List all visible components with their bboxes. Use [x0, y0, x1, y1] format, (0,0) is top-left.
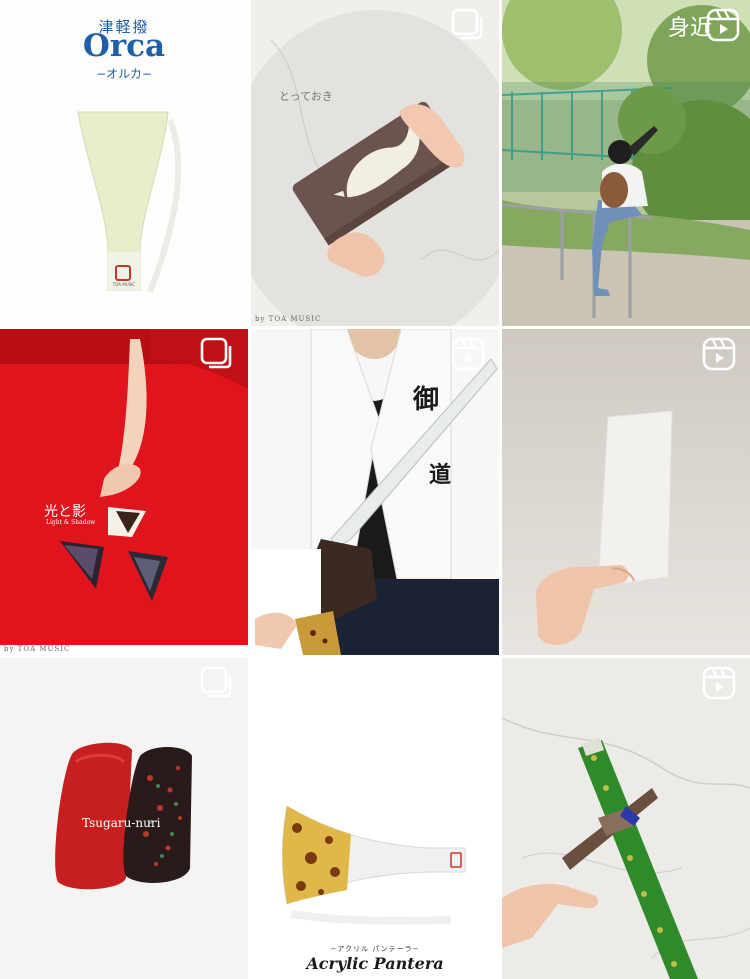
light-shadow-footer: by TOA MUSIC [4, 645, 71, 653]
green-brocade-image [502, 658, 750, 979]
post-tile-park[interactable]: 身近 [502, 0, 750, 326]
carousel-icon [200, 666, 234, 700]
budo-kanji-2: 道 [429, 462, 452, 488]
reels-icon [706, 8, 740, 42]
post-tile-budo[interactable]: 御 道 [251, 329, 499, 655]
acrylic-pantera-title: Acrylic Pantera [306, 954, 444, 973]
cat-case-image [251, 0, 499, 326]
orca-subtitle: −オルカ− [96, 67, 152, 81]
acrylic-pantera-subtitle: −アクリル パンテーラ− [330, 945, 420, 953]
post-tile-tsugaru-nuri[interactable]: Tsugaru-nuri [0, 658, 248, 979]
orca-logo-text: TOA MUSIC [112, 282, 136, 287]
tsugaru-nuri-caption: Tsugaru-nuri [82, 816, 161, 830]
reels-icon [702, 666, 736, 700]
post-tile-acrylic-pantera[interactable]: −アクリル パンテーラ− Acrylic Pantera [251, 658, 499, 979]
post-tile-orca[interactable]: 津軽撥 Orca −オルカ− TOA MUSIC [0, 0, 248, 326]
post-tile-white-plate[interactable] [502, 329, 750, 655]
carousel-icon [451, 8, 485, 42]
budo-kanji-1: 御 [413, 385, 440, 415]
reels-icon [702, 337, 736, 371]
post-tile-green-brocade[interactable] [502, 658, 750, 979]
acrylic-pantera-image [251, 658, 499, 979]
light-shadow-title-en: Light & Shadow [46, 519, 96, 526]
white-plate-image [502, 329, 750, 655]
post-tile-totteoki[interactable]: とっておき by TOA MUSIC [251, 0, 499, 326]
park-player-image [502, 0, 750, 326]
post-grid: 津軽撥 Orca −オルカ− TOA MUSIC とっておき by TOA MU… [0, 0, 750, 979]
budo-uniform-image [251, 329, 499, 655]
light-shadow-image [0, 329, 248, 655]
post-tile-light-shadow[interactable]: 光と影 Light & Shadow by TOA MUSIC [0, 329, 248, 655]
reels-icon [451, 337, 485, 371]
reels-icon [451, 666, 485, 700]
carousel-icon [200, 337, 234, 371]
totteoki-footer: by TOA MUSIC [255, 315, 322, 323]
reels-icon [200, 8, 234, 42]
totteoki-caption: とっておき [279, 90, 333, 103]
light-shadow-title-jp: 光と影 [44, 504, 86, 520]
